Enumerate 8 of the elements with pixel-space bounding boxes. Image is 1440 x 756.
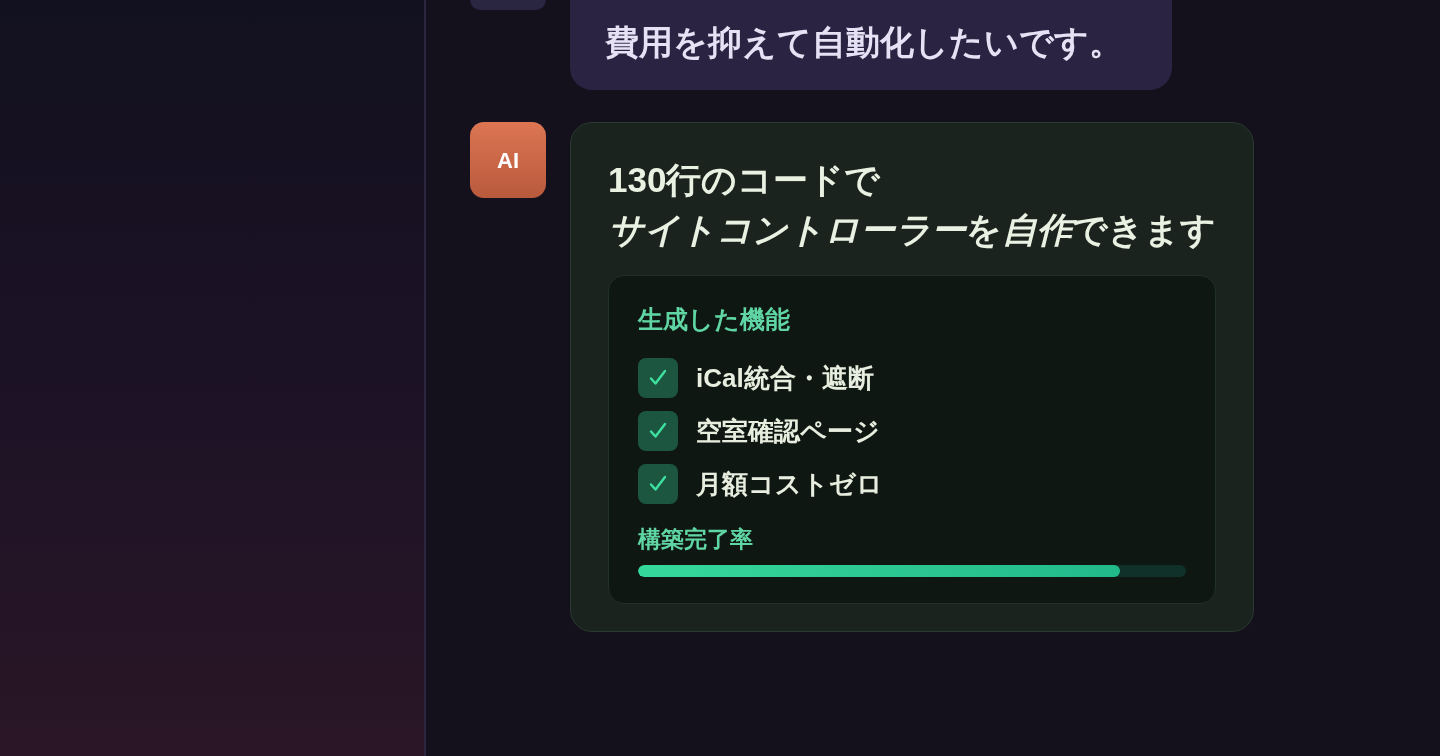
progress-label: 構築完了率 (638, 525, 754, 554)
message-title: 130行のコードで サイトコントローラーを自作できます (608, 159, 1216, 251)
feature-label: 月額コストゼロ (696, 468, 883, 501)
user-message: 費用を抑えて自動化したいです。 (570, 0, 1172, 90)
ai-avatar: AI (470, 122, 546, 198)
features-heading: 生成した機能 (638, 304, 791, 335)
feature-label: iCal統合・遮断 (696, 362, 874, 395)
feature-label: 空室確認ページ (696, 415, 880, 448)
